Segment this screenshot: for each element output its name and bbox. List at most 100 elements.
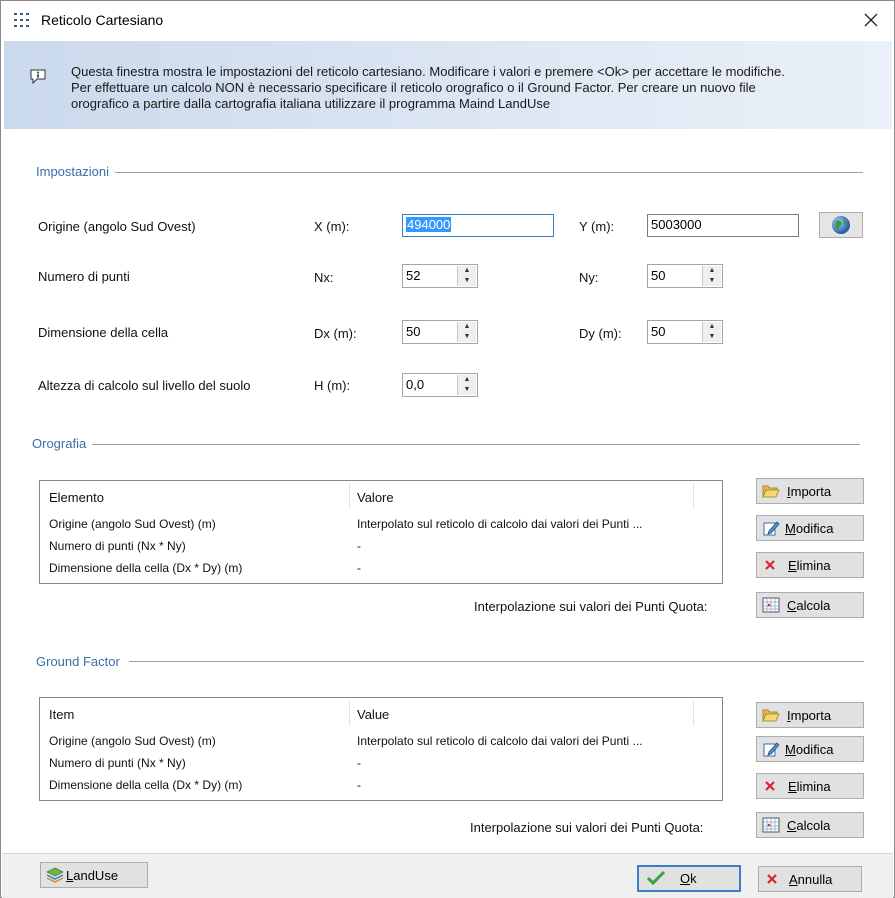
calcola-mnemonic: C — [787, 598, 797, 613]
info-line-2: Per effettuare un calcolo NON è necessar… — [71, 80, 756, 95]
calculate-icon — [762, 597, 780, 613]
map-button[interactable] — [819, 212, 863, 238]
dy-value: 50 — [651, 324, 666, 339]
list-item-name[interactable]: Origine (angolo Sud Ovest) (m) — [49, 517, 216, 531]
orografia-elimina-button[interactable]: Elimina — [756, 552, 864, 578]
cell-label: Dimensione della cella — [38, 325, 169, 340]
folder-open-icon — [762, 709, 780, 722]
spin-down-button[interactable]: ▼ — [458, 332, 476, 342]
column-header-elemento[interactable]: Elemento — [49, 490, 104, 505]
list-item-value[interactable]: - — [357, 561, 361, 575]
list-item-value[interactable]: Interpolato sul reticolo di calcolo dai … — [357, 517, 643, 531]
group-label-ground-factor: Ground Factor — [36, 654, 126, 669]
importa-label: mporta — [790, 484, 832, 499]
elimina-mnemonic: E — [788, 558, 797, 573]
info-line-1: Questa finestra mostra le impostazioni d… — [71, 64, 785, 79]
x-label: X (m): — [314, 219, 350, 234]
ground-factor-elimina-button[interactable]: Elimina — [756, 773, 864, 799]
ny-stepper[interactable]: 50 ▲ ▼ — [647, 264, 723, 288]
info-icon — [30, 69, 46, 84]
spin-buttons: ▲ ▼ — [702, 266, 721, 286]
ground-factor-calcola-button[interactable]: Calcola — [756, 812, 864, 838]
title-bar: Reticolo Cartesiano — [1, 1, 894, 39]
nx-stepper[interactable]: 52 ▲ ▼ — [402, 264, 478, 288]
dx-value: 50 — [406, 324, 421, 339]
spin-buttons: ▲ ▼ — [702, 322, 721, 342]
elimina-mnemonic: E — [788, 779, 797, 794]
calcola-mnemonic: C — [787, 818, 797, 833]
ok-button[interactable]: Ok — [637, 865, 741, 892]
list-item-value[interactable]: - — [357, 539, 361, 553]
delete-icon — [765, 560, 775, 570]
x-value: 494000 — [406, 217, 452, 232]
y-label: Y (m): — [579, 219, 615, 234]
dialog-window: Reticolo Cartesiano Questa finestra most… — [0, 0, 895, 898]
modifica-label: odifica — [795, 742, 834, 757]
column-separator — [349, 483, 350, 509]
origin-label: Origine (angolo Sud Ovest) — [38, 219, 196, 234]
list-item-name[interactable]: Origine (angolo Sud Ovest) (m) — [49, 734, 216, 748]
ground-factor-modifica-button[interactable]: Modifica — [756, 736, 864, 762]
dx-stepper[interactable]: 50 ▲ ▼ — [402, 320, 478, 344]
list-item-value[interactable]: Interpolato sul reticolo di calcolo dai … — [357, 734, 643, 748]
list-item-name[interactable]: Numero di punti (Nx * Ny) — [49, 539, 186, 553]
dy-label: Dy (m): — [579, 326, 622, 341]
orografia-interpolation-label: Interpolazione sui valori dei Punti Quot… — [474, 599, 708, 614]
y-input[interactable]: 5003000 — [647, 214, 799, 237]
orografia-list[interactable]: Elemento Valore Origine (angolo Sud Oves… — [39, 480, 723, 584]
orografia-calcola-button[interactable]: Calcola — [756, 592, 864, 618]
spin-buttons: ▲ ▼ — [457, 375, 476, 395]
annulla-mnemonic: A — [789, 872, 798, 887]
column-separator — [693, 483, 694, 509]
group-label-orografia: Orografia — [32, 436, 93, 451]
spin-down-button[interactable]: ▼ — [703, 332, 721, 342]
ground-factor-interpolation-label: Interpolazione sui valori dei Punti Quot… — [470, 820, 704, 835]
column-separator — [693, 700, 694, 726]
close-button[interactable] — [853, 7, 889, 33]
group-divider — [111, 172, 863, 173]
group-label-impostazioni: Impostazioni — [36, 164, 115, 179]
orografia-modifica-button[interactable]: Modifica — [756, 515, 864, 541]
elimina-label: limina — [796, 779, 831, 794]
list-item-name[interactable]: Numero di punti (Nx * Ny) — [49, 756, 186, 770]
info-text: Questa finestra mostra le impostazioni d… — [71, 64, 861, 112]
importa-label: mporta — [790, 708, 832, 723]
x-input[interactable]: 494000 — [402, 214, 554, 237]
landuse-button[interactable]: LandUse — [40, 862, 148, 888]
grid-icon — [14, 13, 29, 27]
close-icon — [864, 13, 878, 27]
column-header-item[interactable]: Item — [49, 707, 74, 722]
spin-buttons: ▲ ▼ — [457, 322, 476, 342]
spin-down-button[interactable]: ▼ — [458, 276, 476, 286]
column-header-value[interactable]: Value — [357, 707, 389, 722]
globe-icon — [832, 216, 850, 234]
dx-label: Dx (m): — [314, 326, 357, 341]
group-divider — [91, 444, 860, 445]
orografia-importa-button[interactable]: Importa — [756, 478, 864, 504]
points-label: Numero di punti — [38, 269, 130, 284]
info-line-3: orografico a partire dalla cartografia i… — [71, 96, 551, 111]
calcola-label: alcola — [796, 598, 831, 613]
column-separator — [349, 700, 350, 726]
spin-down-button[interactable]: ▼ — [703, 276, 721, 286]
dy-stepper[interactable]: 50 ▲ ▼ — [647, 320, 723, 344]
h-label: H (m): — [314, 378, 351, 393]
list-item-value[interactable]: - — [357, 778, 361, 792]
list-item-name[interactable]: Dimensione della cella (Dx * Dy) (m) — [49, 778, 242, 792]
list-item-name[interactable]: Dimensione della cella (Dx * Dy) (m) — [49, 561, 242, 575]
column-header-valore[interactable]: Valore — [357, 490, 394, 505]
h-stepper[interactable]: 0,0 ▲ ▼ — [402, 373, 478, 397]
annulla-button[interactable]: Annulla — [758, 866, 862, 892]
ok-label: k — [690, 871, 697, 886]
modifica-label: odifica — [795, 521, 834, 536]
window-title: Reticolo Cartesiano — [41, 12, 164, 28]
landuse-label: andUse — [73, 868, 119, 883]
spin-down-button[interactable]: ▼ — [458, 385, 476, 395]
edit-icon — [763, 742, 780, 757]
ground-factor-list[interactable]: Item Value Origine (angolo Sud Ovest) (m… — [39, 697, 723, 801]
modifica-mnemonic: M — [785, 742, 796, 757]
ground-factor-importa-button[interactable]: Importa — [756, 702, 864, 728]
elimina-label: limina — [796, 558, 831, 573]
nx-label: Nx: — [314, 270, 334, 285]
list-item-value[interactable]: - — [357, 756, 361, 770]
